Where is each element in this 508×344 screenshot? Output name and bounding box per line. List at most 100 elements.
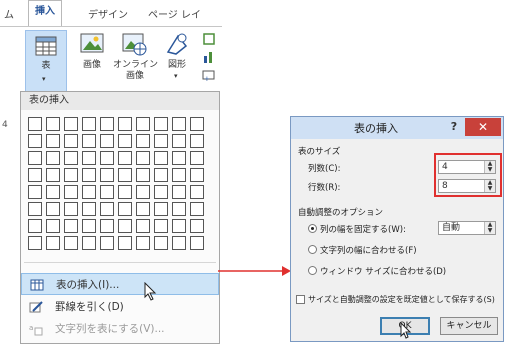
grid-cell[interactable] <box>154 117 168 131</box>
grid-cell[interactable] <box>100 151 114 165</box>
grid-cell[interactable] <box>172 117 186 131</box>
grid-cell[interactable] <box>100 168 114 182</box>
menu-item-insert-table[interactable]: 表の挿入(I)... <box>21 273 219 295</box>
grid-cell[interactable] <box>64 134 78 148</box>
grid-cell[interactable] <box>136 219 150 233</box>
tab-home-partial[interactable]: ム <box>4 6 14 21</box>
grid-cell[interactable] <box>190 168 204 182</box>
online-picture-button[interactable]: オンライン 画像 <box>113 32 158 88</box>
grid-cell[interactable] <box>136 117 150 131</box>
tab-design[interactable]: デザイン <box>88 6 128 21</box>
grid-cell[interactable] <box>64 202 78 216</box>
grid-cell[interactable] <box>64 168 78 182</box>
radio-autofit-window[interactable] <box>308 266 317 275</box>
grid-cell[interactable] <box>118 185 132 199</box>
grid-cell[interactable] <box>154 185 168 199</box>
grid-cell[interactable] <box>82 151 96 165</box>
grid-cell[interactable] <box>64 151 78 165</box>
grid-cell[interactable] <box>118 202 132 216</box>
grid-cell[interactable] <box>64 219 78 233</box>
grid-cell[interactable] <box>118 117 132 131</box>
grid-cell[interactable] <box>136 202 150 216</box>
grid-cell[interactable] <box>82 202 96 216</box>
grid-cell[interactable] <box>154 151 168 165</box>
grid-cell[interactable] <box>190 117 204 131</box>
tab-insert[interactable]: 挿入 <box>28 0 62 27</box>
grid-cell[interactable] <box>64 236 78 250</box>
grid-cell[interactable] <box>136 185 150 199</box>
grid-cell[interactable] <box>118 236 132 250</box>
grid-cell[interactable] <box>136 236 150 250</box>
grid-cell[interactable] <box>172 202 186 216</box>
grid-cell[interactable] <box>46 151 60 165</box>
grid-cell[interactable] <box>172 168 186 182</box>
grid-cell[interactable] <box>100 185 114 199</box>
grid-cell[interactable] <box>100 134 114 148</box>
grid-cell[interactable] <box>82 219 96 233</box>
grid-cell[interactable] <box>64 117 78 131</box>
grid-cell[interactable] <box>172 185 186 199</box>
help-icon[interactable]: ? <box>447 119 461 135</box>
grid-cell[interactable] <box>118 151 132 165</box>
grid-cell[interactable] <box>100 117 114 131</box>
table-button[interactable]: 表 ▾ <box>25 30 67 92</box>
grid-cell[interactable] <box>82 168 96 182</box>
grid-cell[interactable] <box>28 168 42 182</box>
grid-cell[interactable] <box>172 236 186 250</box>
fixed-width-spinner[interactable]: 自動 ▲ ▼ <box>438 221 496 235</box>
grid-cell[interactable] <box>118 168 132 182</box>
cancel-button[interactable]: キャンセル <box>440 317 498 335</box>
grid-cell[interactable] <box>190 202 204 216</box>
grid-cell[interactable] <box>28 185 42 199</box>
grid-cell[interactable] <box>46 168 60 182</box>
grid-cell[interactable] <box>100 202 114 216</box>
grid-cell[interactable] <box>190 219 204 233</box>
grid-cell[interactable] <box>28 151 42 165</box>
grid-cell[interactable] <box>28 117 42 131</box>
picture-button[interactable]: 画像 <box>77 32 107 88</box>
svg-text:+: + <box>204 75 210 82</box>
grid-cell[interactable] <box>190 134 204 148</box>
grid-cell[interactable] <box>46 202 60 216</box>
grid-cell[interactable] <box>154 219 168 233</box>
grid-cell[interactable] <box>190 185 204 199</box>
grid-cell[interactable] <box>154 236 168 250</box>
grid-cell[interactable] <box>82 117 96 131</box>
grid-cell[interactable] <box>136 134 150 148</box>
grid-cell[interactable] <box>118 219 132 233</box>
grid-cell[interactable] <box>190 236 204 250</box>
grid-cell[interactable] <box>172 134 186 148</box>
radio-autofit-contents[interactable] <box>308 245 317 254</box>
grid-cell[interactable] <box>28 236 42 250</box>
grid-cell[interactable] <box>46 219 60 233</box>
grid-cell[interactable] <box>46 117 60 131</box>
grid-cell[interactable] <box>172 219 186 233</box>
grid-cell[interactable] <box>100 219 114 233</box>
grid-cell[interactable] <box>136 151 150 165</box>
shapes-button[interactable]: 図形 ▾ <box>160 32 194 88</box>
grid-cell[interactable] <box>118 134 132 148</box>
radio-fixed-width[interactable] <box>308 224 317 233</box>
grid-cell[interactable] <box>28 134 42 148</box>
grid-cell[interactable] <box>100 236 114 250</box>
grid-cell[interactable] <box>136 168 150 182</box>
grid-cell[interactable] <box>28 202 42 216</box>
grid-cell[interactable] <box>172 151 186 165</box>
remember-settings-checkbox[interactable] <box>296 295 305 304</box>
grid-cell[interactable] <box>154 202 168 216</box>
grid-cell[interactable] <box>82 134 96 148</box>
grid-cell[interactable] <box>46 185 60 199</box>
close-button[interactable]: ✕ <box>465 118 501 136</box>
tab-page-layout[interactable]: ページ レイ <box>148 6 201 21</box>
menu-item-draw-table[interactable]: 罫線を引く(D) <box>21 296 219 318</box>
grid-cell[interactable] <box>154 168 168 182</box>
grid-cell[interactable] <box>154 134 168 148</box>
grid-cell[interactable] <box>46 134 60 148</box>
grid-cell[interactable] <box>28 219 42 233</box>
grid-cell[interactable] <box>64 185 78 199</box>
grid-cell[interactable] <box>82 185 96 199</box>
grid-cell[interactable] <box>46 236 60 250</box>
spinner-arrows-icon[interactable]: ▲ ▼ <box>484 222 495 234</box>
grid-cell[interactable] <box>82 236 96 250</box>
grid-cell[interactable] <box>190 151 204 165</box>
